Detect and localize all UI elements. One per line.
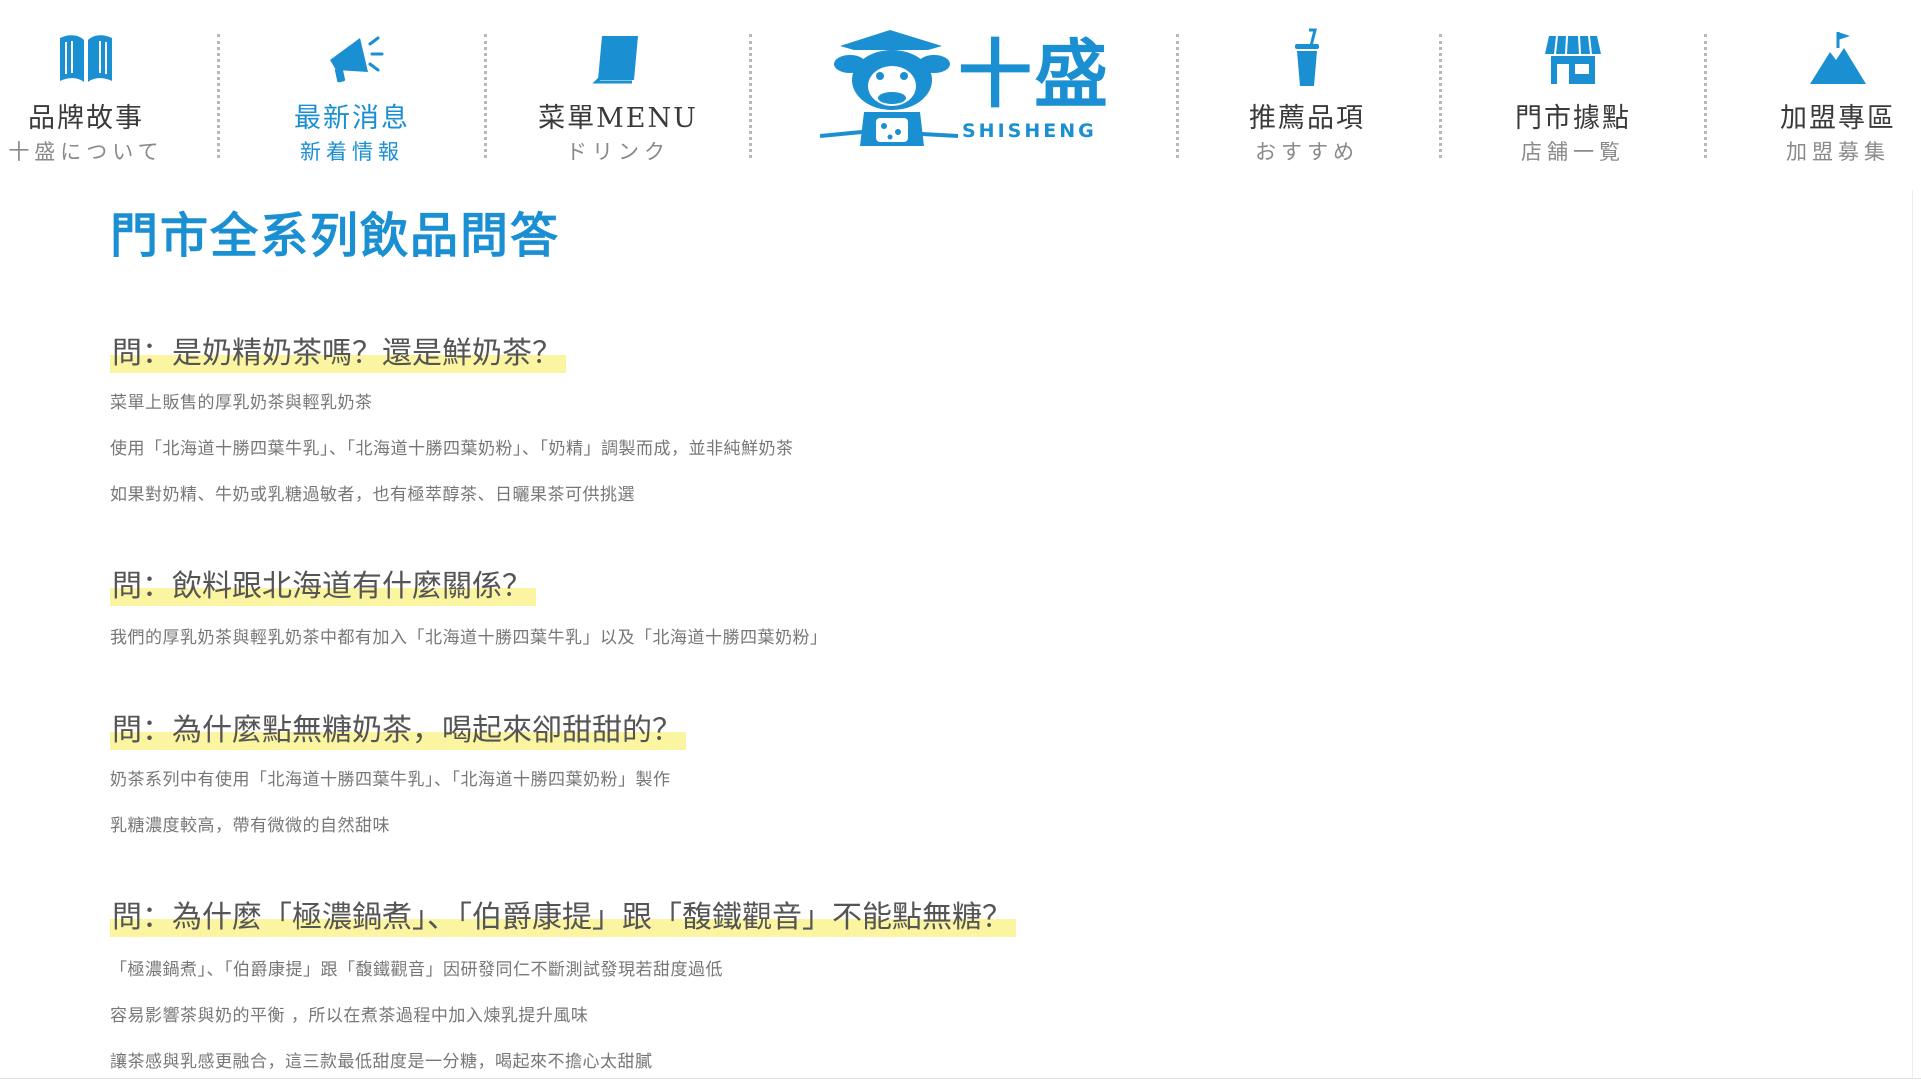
faq-question: 問：飲料跟北海道有什麼關係？ <box>110 561 536 606</box>
nav-sublabel: 新着情報 <box>300 140 404 164</box>
faq-content: 門市全系列飲品問答 問：是奶精奶茶嗎？還是鮮奶茶？ 菜單上販售的厚乳奶茶與輕乳奶… <box>14 190 1913 1078</box>
faq-answer-line: 如果對奶精、牛奶或乳糖過敏者，也有極萃醇茶、日曬果茶可供挑選 <box>110 485 635 505</box>
logo-brand-cn: 十盛 <box>958 32 1110 118</box>
faq-answer-line: 乳糖濃度較高，帶有微微的自然甜味 <box>110 816 390 836</box>
faq-question-text: 問：是奶精奶茶嗎？還是鮮奶茶？ <box>110 336 566 373</box>
nav-menu[interactable]: 菜單MENU ドリンク <box>486 0 750 190</box>
page-bottom-divider <box>0 1078 1921 1079</box>
menu-book-icon <box>586 26 650 90</box>
nav-label: 門市據點 <box>1515 103 1631 134</box>
faq-question-text: 問：為什麼「極濃鍋煮」、「伯爵康提」跟「馥鐵觀音」不能點無糖？ <box>110 900 1016 937</box>
logo-brand-en: SHISHENG <box>962 120 1097 142</box>
shisheng-logo[interactable]: 十盛 SHISHENG <box>820 24 1110 154</box>
faq-answer-line: 讓茶感與乳感更融合，這三款最低甜度是一分糖，喝起來不擔心太甜膩 <box>110 1052 653 1072</box>
nav-sublabel: 十盛について <box>8 140 164 164</box>
nav-sublabel: おすすめ <box>1255 140 1359 164</box>
faq-answer-line: 容易影響茶與奶的平衡 ，所以在煮茶過程中加入煉乳提升風味 <box>110 1006 589 1026</box>
faq-answer-line: 「極濃鍋煮」、「伯爵康提」跟「馥鐵觀音」因研發同仁不斷測試發現若甜度過低 <box>110 960 723 980</box>
faq-question: 問：為什麼「極濃鍋煮」、「伯爵康提」跟「馥鐵觀音」不能點無糖？ <box>110 892 1016 937</box>
nav-franchise[interactable]: 加盟專區 加盟募集 <box>1706 0 1921 190</box>
nav-label: 加盟專區 <box>1780 103 1896 134</box>
nav-recommended[interactable]: 推薦品項 おすすめ <box>1175 0 1439 190</box>
nav-divider <box>749 34 752 158</box>
faq-question-text: 問：為什麼點無糖奶茶，喝起來卻甜甜的？ <box>110 713 686 750</box>
nav-store-locations[interactable]: 門市據點 店舗一覧 <box>1441 0 1705 190</box>
mountain-flag-icon <box>1806 26 1870 90</box>
nav-sublabel: 加盟募集 <box>1786 140 1890 164</box>
book-icon <box>54 26 118 90</box>
faq-question: 問：是奶精奶茶嗎？還是鮮奶茶？ <box>110 328 566 373</box>
drink-cup-icon <box>1275 26 1339 90</box>
store-icon <box>1541 26 1605 90</box>
nav-label: 品牌故事 <box>28 103 144 134</box>
megaphone-icon <box>320 26 384 90</box>
cow-mascot-icon <box>820 30 959 146</box>
faq-question-text: 問：飲料跟北海道有什麼關係？ <box>110 569 536 606</box>
site-header: 品牌故事 十盛について 最新消息 新着情報 菜單MENU ドリンク 十盛 SHI… <box>0 0 1921 190</box>
faq-answer-line: 我們的厚乳奶茶與輕乳奶茶中都有加入「北海道十勝四葉牛乳」以及「北海道十勝四葉奶粉… <box>110 628 828 648</box>
nav-brand-story[interactable]: 品牌故事 十盛について <box>0 0 218 190</box>
nav-label: 推薦品項 <box>1249 103 1365 134</box>
faq-answer-line: 使用「北海道十勝四葉牛乳」、「北海道十勝四葉奶粉」、「奶精」調製而成，並非純鮮奶… <box>110 439 794 459</box>
nav-label: 最新消息 <box>294 103 410 134</box>
nav-news[interactable]: 最新消息 新着情報 <box>220 0 484 190</box>
faq-answer-line: 菜單上販售的厚乳奶茶與輕乳奶茶 <box>110 393 373 413</box>
faq-question: 問：為什麼點無糖奶茶，喝起來卻甜甜的？ <box>110 705 686 750</box>
page-title: 門市全系列飲品問答 <box>110 208 561 264</box>
nav-sublabel: 店舗一覧 <box>1521 140 1625 164</box>
nav-label: 菜單MENU <box>538 103 698 134</box>
faq-answer-line: 奶茶系列中有使用「北海道十勝四葉牛乳」、「北海道十勝四葉奶粉」製作 <box>110 770 671 790</box>
nav-sublabel: ドリンク <box>566 140 670 164</box>
